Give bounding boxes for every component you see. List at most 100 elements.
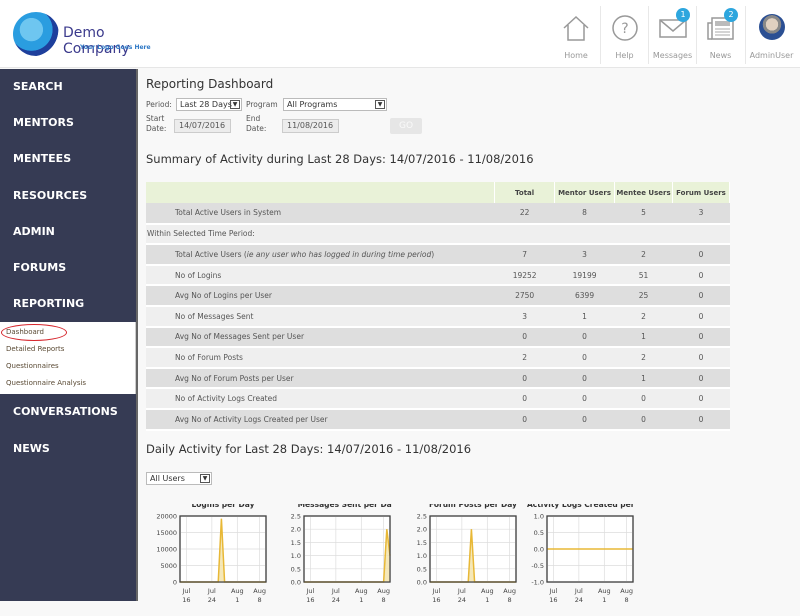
table-cell: 2: [494, 347, 555, 369]
nav-help[interactable]: ? Help: [600, 6, 648, 64]
x-tick-label: Aug: [620, 587, 633, 595]
sidebar-item-mentees[interactable]: MENTEES: [0, 141, 136, 177]
nav-news[interactable]: 2 News: [696, 6, 744, 64]
table-row: Avg No of Forum Posts per User 0 0 1 0: [146, 367, 730, 390]
program-select[interactable]: All Programs ▼: [283, 98, 387, 111]
chart-body: 0.00.51.01.52.02.5Jul16Jul24Aug1Aug8: [417, 513, 517, 604]
submenu-detailed-reports[interactable]: Detailed Reports: [0, 341, 135, 358]
nav-home[interactable]: Home: [552, 6, 600, 64]
nav-user[interactable]: AdminUser: [745, 6, 797, 64]
sidebar-item-admin[interactable]: ADMIN: [0, 214, 136, 250]
row-label-text: Avg No of Forum Posts per User: [175, 373, 294, 383]
chart-body: 05000100001500020000Jul16Jul24Aug1Aug8: [156, 513, 267, 604]
users-select[interactable]: All Users ▼: [146, 472, 212, 485]
sidebar-item-reporting[interactable]: REPORTING: [0, 286, 136, 322]
main-content: Reporting Dashboard Period: Last 28 Days…: [136, 69, 800, 604]
submenu-questionnaires[interactable]: Questionnaires: [0, 358, 135, 375]
y-tick-label: 0.0: [534, 546, 544, 554]
x-tick-label: 24: [332, 596, 340, 604]
row-label: Total Active Users in System: [146, 203, 495, 225]
table-cell: 0: [614, 408, 673, 431]
chart-title: Messages Sent per Day: [298, 504, 392, 509]
submenu-dashboard[interactable]: Dashboard: [0, 324, 135, 342]
go-button[interactable]: GO: [390, 118, 422, 134]
chart-body: -1.0-0.50.00.51.0Jul16Jul24Aug1Aug8: [531, 513, 634, 604]
y-tick-label: 0.0: [291, 579, 301, 587]
nav-messages[interactable]: 1 Messages: [648, 6, 696, 64]
row-label-text: No of Activity Logs Created: [175, 394, 277, 404]
submenu-questionnaire-analysis[interactable]: Questionnaire Analysis: [0, 375, 135, 392]
sidebar-item-conversations[interactable]: CONVERSATIONS: [0, 394, 136, 430]
x-tick-label: 24: [458, 596, 466, 604]
users-select-value: All Users: [150, 474, 185, 483]
table-row: Avg No of Messages Sent per User 0 0 1 0: [146, 326, 730, 349]
table-cell: 3: [672, 203, 730, 225]
table-cell: [672, 223, 730, 246]
sidebar-item-search[interactable]: SEARCH: [0, 69, 136, 105]
sidebar-item-resources[interactable]: RESOURCES: [0, 178, 136, 214]
sidebar-item-news[interactable]: NEWS: [0, 431, 136, 467]
period-select[interactable]: Last 28 Days ▼: [176, 98, 242, 111]
x-tick-label: Aug: [253, 587, 266, 595]
table-cell: 2750: [494, 285, 555, 307]
table-cell: 0: [554, 326, 615, 349]
x-tick-label: Aug: [377, 587, 390, 595]
news-badge: 2: [724, 8, 738, 22]
table-cell: [494, 223, 555, 246]
avatar: [758, 14, 785, 40]
table-cell: 51: [614, 264, 673, 287]
sidebar: SEARCH MENTORS MENTEES RESOURCES ADMIN F…: [0, 69, 136, 601]
chart-title: Activity Logs Created per Day: [527, 504, 635, 509]
row-label-close: ): [431, 249, 435, 259]
y-tick-label: 1.5: [417, 539, 427, 547]
table-cell: 0: [554, 367, 615, 390]
x-tick-label: 8: [382, 596, 386, 604]
daily-activity-title: Daily Activity for Last 28 Days: 14/07/2…: [146, 442, 472, 456]
x-tick-label: 16: [549, 596, 557, 604]
y-tick-label: 0.0: [417, 579, 427, 587]
header-forum: Forum Users: [672, 182, 730, 203]
chart-svg: Activity Logs Created per Day -1.0 -0.5 0.0…: [527, 500, 653, 604]
start-label-line1: Start: [146, 114, 165, 123]
table-cell: 0: [494, 326, 555, 349]
table-cell: [554, 223, 615, 246]
row-label: Avg No of Activity Logs Created per User: [146, 408, 495, 431]
row-label-text: No of Messages Sent: [175, 311, 254, 321]
sidebar-item-mentors[interactable]: MENTORS: [0, 105, 136, 141]
end-label-line1: End: [246, 114, 261, 123]
x-tick-label: Aug: [598, 587, 611, 595]
period-label: Period:: [146, 100, 172, 109]
table-row: Total Active Users (ie any user who has …: [146, 244, 730, 266]
row-label: Avg No of Messages Sent per User: [146, 326, 495, 349]
header-mentor: Mentor Users: [554, 182, 616, 203]
header-total: Total: [494, 182, 556, 203]
company-logo[interactable]: Demo Company Your Logo Goes Here: [13, 12, 173, 57]
chart-svg: Logins per Day05000100001500020000Jul16J…: [156, 500, 267, 604]
table-cell: 8: [554, 203, 615, 225]
table-cell: 1: [614, 367, 673, 390]
table-row: Within Selected Time Period:: [146, 223, 730, 246]
plot-area: [303, 515, 391, 583]
y-tick-label: 1.0: [417, 552, 427, 560]
x-tick-label: 1: [602, 596, 606, 604]
table-cell: 5: [614, 203, 673, 225]
table-cell: 0: [614, 388, 673, 410]
chart-svg: Forum Posts per Day 0.0 0.5 1.0 1.5 2.0 2.5 Jul…: [417, 500, 517, 604]
x-tick-label: 16: [182, 596, 190, 604]
x-tick-label: 16: [432, 596, 440, 604]
x-tick-label: 1: [359, 596, 363, 604]
chevron-down-icon: ▼: [230, 100, 240, 109]
x-tick-label: 8: [625, 596, 629, 604]
start-date-input[interactable]: 14/07/2016: [174, 119, 231, 133]
chart-1: Messages Sent per Day 0.0 0.5 1.0 1.5 2.0 2.5 J…: [270, 500, 397, 616]
table-row: No of Activity Logs Created 0 0 0 0: [146, 388, 730, 410]
row-label: Total Active Users (ie any user who has …: [146, 244, 495, 266]
sidebar-item-forums[interactable]: FORUMS: [0, 250, 136, 286]
table-row: No of Logins 19252 19199 51 0: [146, 264, 730, 287]
company-name: Demo Company: [63, 25, 130, 57]
row-label: No of Forum Posts: [146, 347, 495, 369]
table-cell: 0: [672, 326, 730, 349]
help-icon: ?: [611, 15, 638, 41]
table-cell: 0: [672, 367, 730, 390]
end-date-input[interactable]: 11/08/2016: [282, 119, 339, 133]
